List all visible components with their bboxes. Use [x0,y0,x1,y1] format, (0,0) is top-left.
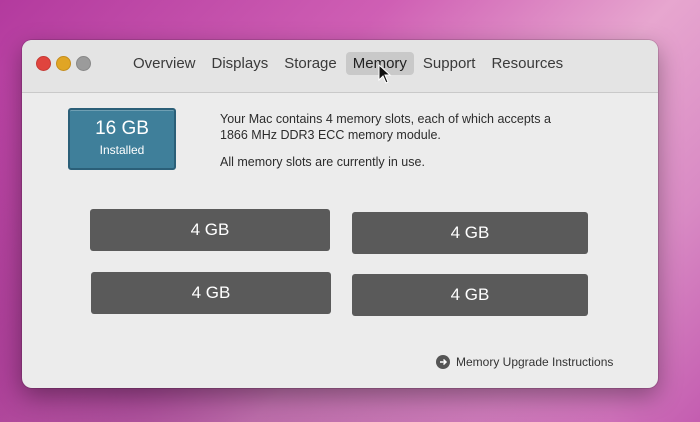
mouse-pointer-icon [378,64,392,84]
zoom-icon[interactable] [76,56,91,71]
arrow-right-circle-icon [436,355,450,369]
tab-overview[interactable]: Overview [126,52,203,75]
minimize-icon[interactable] [56,56,71,71]
installed-amount: 16 GB [95,118,149,139]
close-icon[interactable] [36,56,51,71]
tab-displays[interactable]: Displays [205,52,276,75]
tab-resources[interactable]: Resources [484,52,570,75]
memory-upgrade-link[interactable]: Memory Upgrade Instructions [436,355,613,369]
titlebar: Overview Displays Storage Memory Support… [22,40,658,93]
tab-bar: Overview Displays Storage Memory Support… [126,52,570,75]
memory-slot-2: 4 GB [352,212,588,254]
tab-storage[interactable]: Storage [277,52,344,75]
installed-label: Installed [99,143,145,157]
about-this-mac-window: Overview Displays Storage Memory Support… [22,40,658,388]
installed-memory-badge: 16 GB Installed [68,108,176,170]
memory-upgrade-link-label: Memory Upgrade Instructions [456,355,614,369]
memory-slot-4: 4 GB [352,274,588,316]
memory-slot-3: 4 GB [91,272,331,314]
memory-panel: 16 GB Installed Your Mac contains 4 memo… [22,93,658,388]
slot-status-text: All memory slots are currently in use. [220,155,425,169]
slot-description-text: Your Mac contains 4 memory slots, each o… [220,112,551,142]
memory-slot-1: 4 GB [90,209,330,251]
tab-support[interactable]: Support [416,52,483,75]
memory-description: Your Mac contains 4 memory slots, each o… [220,111,580,170]
